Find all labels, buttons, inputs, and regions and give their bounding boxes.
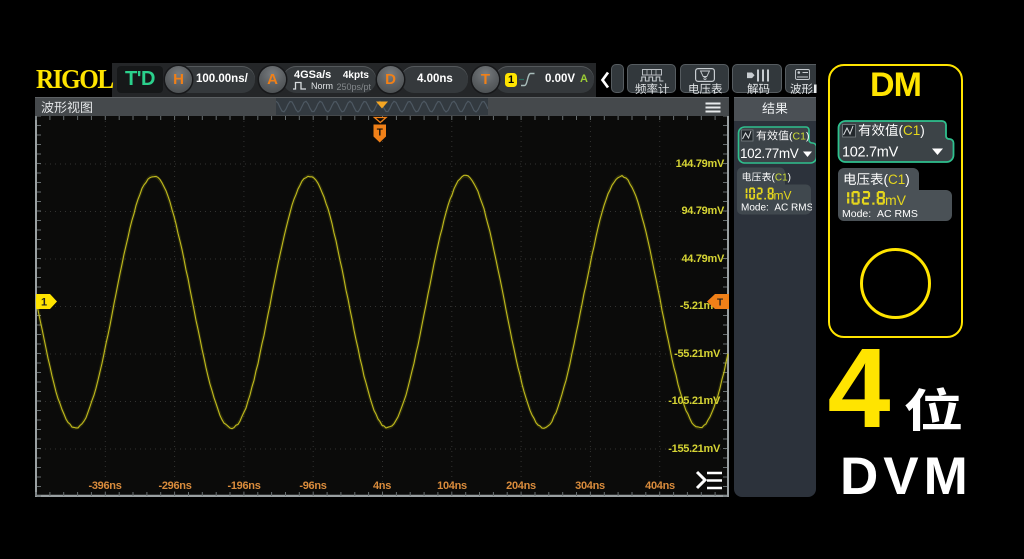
svg-text:Mode: AC RMS: Mode: AC RMS — [741, 203, 812, 214]
svg-text:(C1): (C1) — [772, 173, 791, 184]
svg-text:T: T — [717, 298, 723, 309]
svg-text:(C1): (C1) — [899, 123, 925, 138]
svg-text:Mode: AC RMS: Mode: AC RMS — [842, 208, 918, 220]
svg-text:mV: mV — [885, 192, 907, 208]
svg-text:102.7mV: 102.7mV — [842, 145, 899, 161]
svg-text:(C1): (C1) — [789, 131, 809, 143]
svg-text:102.77mV: 102.77mV — [740, 146, 799, 161]
svg-text:(C1): (C1) — [884, 172, 910, 187]
svg-text:mV: mV — [774, 189, 792, 203]
svg-text:T: T — [377, 128, 383, 139]
svg-text:1: 1 — [41, 297, 47, 309]
